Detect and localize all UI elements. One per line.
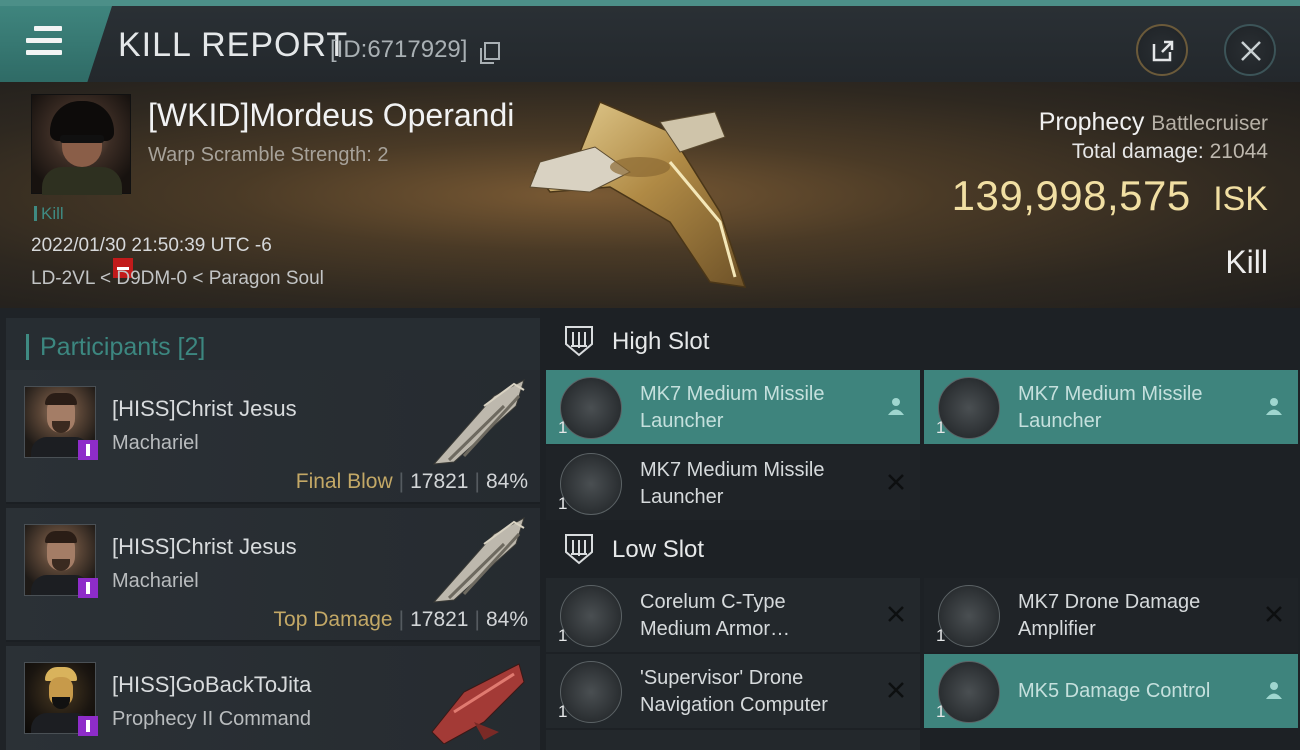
- module-item[interactable]: 1 MK7 Drone Damage Amplifier: [924, 578, 1298, 652]
- victim-ship-image[interactable]: [520, 92, 760, 297]
- module-item-partial[interactable]: [546, 730, 920, 750]
- drone-amplifier-icon: [938, 585, 1000, 647]
- report-id: [ID:6717929]: [330, 36, 468, 63]
- participant-stats: Final Blow | 17821 | 84%: [295, 470, 528, 493]
- total-damage-label: Total damage:: [1071, 140, 1204, 163]
- participant-ship: Prophecy II Command: [112, 708, 311, 730]
- participant-ship-image: [432, 516, 525, 603]
- participant-damage-percent: 84%: [485, 470, 528, 493]
- top-damage-tag: Top Damage: [273, 608, 393, 631]
- destroyed-x-icon: [1266, 606, 1282, 622]
- destroyed-x-icon: [888, 682, 904, 698]
- kill-tag: Kill: [34, 204, 64, 224]
- participant-damage: 17821: [410, 470, 469, 493]
- high-slot-icon: [565, 326, 593, 357]
- dropped-person-icon: [888, 398, 904, 415]
- module-item[interactable]: 1 Corelum C-Type Medium Armor…: [546, 578, 920, 652]
- module-quantity: 1: [558, 494, 568, 513]
- module-quantity: 1: [936, 418, 946, 437]
- armor-repairer-icon: [560, 585, 622, 647]
- close-icon: [1241, 41, 1261, 61]
- module-quantity: 1: [936, 702, 946, 721]
- module-item[interactable]: 1 MK7 Medium Missile Launcher: [546, 370, 920, 444]
- copy-icon[interactable]: [480, 42, 500, 64]
- dropped-person-icon: [1266, 682, 1282, 699]
- participant-name: [HISS]GoBackToJita: [112, 672, 312, 697]
- participant-ship-image: [431, 663, 525, 744]
- low-slot-header: Low Slot: [546, 520, 1298, 578]
- dropped-person-icon: [1266, 398, 1282, 415]
- participant-ship: Machariel: [112, 570, 199, 592]
- total-damage: Total damage: 21044: [1072, 140, 1268, 164]
- module-item[interactable]: 1 MK5 Damage Control: [924, 654, 1298, 728]
- isk-value-row: 139,998,575 ISK: [952, 172, 1268, 220]
- corp-badge-icon: [78, 440, 98, 460]
- participants-panel: Participants [2] [HISS]Christ Jesus Mach…: [0, 308, 540, 750]
- missile-launcher-icon: [560, 453, 622, 515]
- participant-damage: 17821: [410, 608, 469, 631]
- participant-ship: Machariel: [112, 432, 199, 454]
- participants-header: Participants [2]: [6, 318, 540, 376]
- participant-row[interactable]: [HISS]Christ Jesus Machariel Top Damage |…: [6, 508, 540, 642]
- module-item[interactable]: 1 MK7 Medium Missile Launcher: [546, 446, 920, 520]
- module-name: MK7 Drone Damage Amplifier: [1018, 591, 1201, 640]
- module-item[interactable]: 1 MK7 Medium Missile Launcher: [924, 370, 1298, 444]
- victim-name[interactable]: [WKID]Mordeus Operandi: [148, 97, 514, 134]
- participant-row[interactable]: [HISS]GoBackToJita Prophecy II Command: [6, 646, 540, 750]
- high-slot-header: High Slot: [546, 312, 1298, 370]
- participant-stats: Top Damage | 17821 | 84%: [273, 608, 528, 631]
- participant-name: [HISS]Christ Jesus: [112, 396, 297, 421]
- corp-badge-icon: [78, 716, 98, 736]
- corp-badge-icon: [78, 578, 98, 598]
- victim-ship[interactable]: Prophecy Battlecruiser: [1039, 108, 1268, 137]
- kill-datetime: 2022/01/30 21:50:39 UTC -6: [31, 235, 272, 256]
- module-quantity: 1: [558, 702, 568, 721]
- ship-name: Prophecy: [1038, 108, 1145, 136]
- close-button[interactable]: [1224, 24, 1276, 76]
- module-quantity: 1: [936, 626, 946, 645]
- participant-ship-image: [432, 378, 525, 465]
- module-name: MK7 Medium Missile Launcher: [640, 383, 825, 432]
- ship-class: Battlecruiser: [1151, 112, 1268, 135]
- victim-portrait[interactable]: [31, 94, 131, 195]
- participants-title: Participants [2]: [40, 333, 206, 361]
- isk-value: 139,998,575: [951, 172, 1191, 219]
- drone-navigation-icon: [560, 661, 622, 723]
- module-quantity: 1: [558, 626, 568, 645]
- destroyed-x-icon: [888, 606, 904, 622]
- participant-damage-percent: 84%: [485, 608, 528, 631]
- result-label: Kill: [1225, 244, 1268, 280]
- kill-location[interactable]: LD-2VL < D9DM-0 < Paragon Soul: [31, 268, 324, 290]
- share-icon: [1152, 40, 1174, 62]
- module-name: MK7 Medium Missile Launcher: [640, 459, 825, 508]
- fitting-panel: High Slot 1 MK7 Medium Missile Launcher 1…: [540, 308, 1300, 750]
- high-slot-label: High Slot: [612, 328, 710, 355]
- page-title: KILL REPORT: [118, 26, 349, 64]
- kill-summary-banner: [WKID]Mordeus Operandi Warp Scramble Str…: [0, 82, 1300, 308]
- module-name: 'Supervisor' Drone Navigation Computer: [640, 667, 828, 716]
- low-slot-label: Low Slot: [612, 536, 705, 563]
- participant-name: [HISS]Christ Jesus: [112, 534, 297, 559]
- missile-launcher-icon: [938, 377, 1000, 439]
- warp-scramble-strength: Warp Scramble Strength: 2: [148, 144, 389, 166]
- module-name: MK5 Damage Control: [1018, 680, 1211, 702]
- total-damage-value: 21044: [1209, 140, 1268, 163]
- module-quantity: 1: [558, 418, 568, 437]
- menu-button[interactable]: [0, 6, 112, 82]
- module-item[interactable]: 1 'Supervisor' Drone Navigation Computer: [546, 654, 920, 728]
- module-name: MK7 Medium Missile Launcher: [1018, 383, 1203, 432]
- damage-control-icon: [938, 661, 1000, 723]
- hamburger-icon: [26, 26, 62, 62]
- module-name: Corelum C-Type Medium Armor…: [640, 591, 791, 640]
- low-slot-icon: [565, 534, 593, 565]
- title-bar: KILL REPORT [ID:6717929]: [0, 0, 1300, 82]
- missile-launcher-icon: [560, 377, 622, 439]
- destroyed-x-icon: [888, 474, 904, 490]
- share-button[interactable]: [1136, 24, 1188, 76]
- isk-unit: ISK: [1213, 180, 1268, 218]
- participant-row[interactable]: [HISS]Christ Jesus Machariel Final Blow |…: [6, 370, 540, 504]
- final-blow-tag: Final Blow: [295, 470, 393, 493]
